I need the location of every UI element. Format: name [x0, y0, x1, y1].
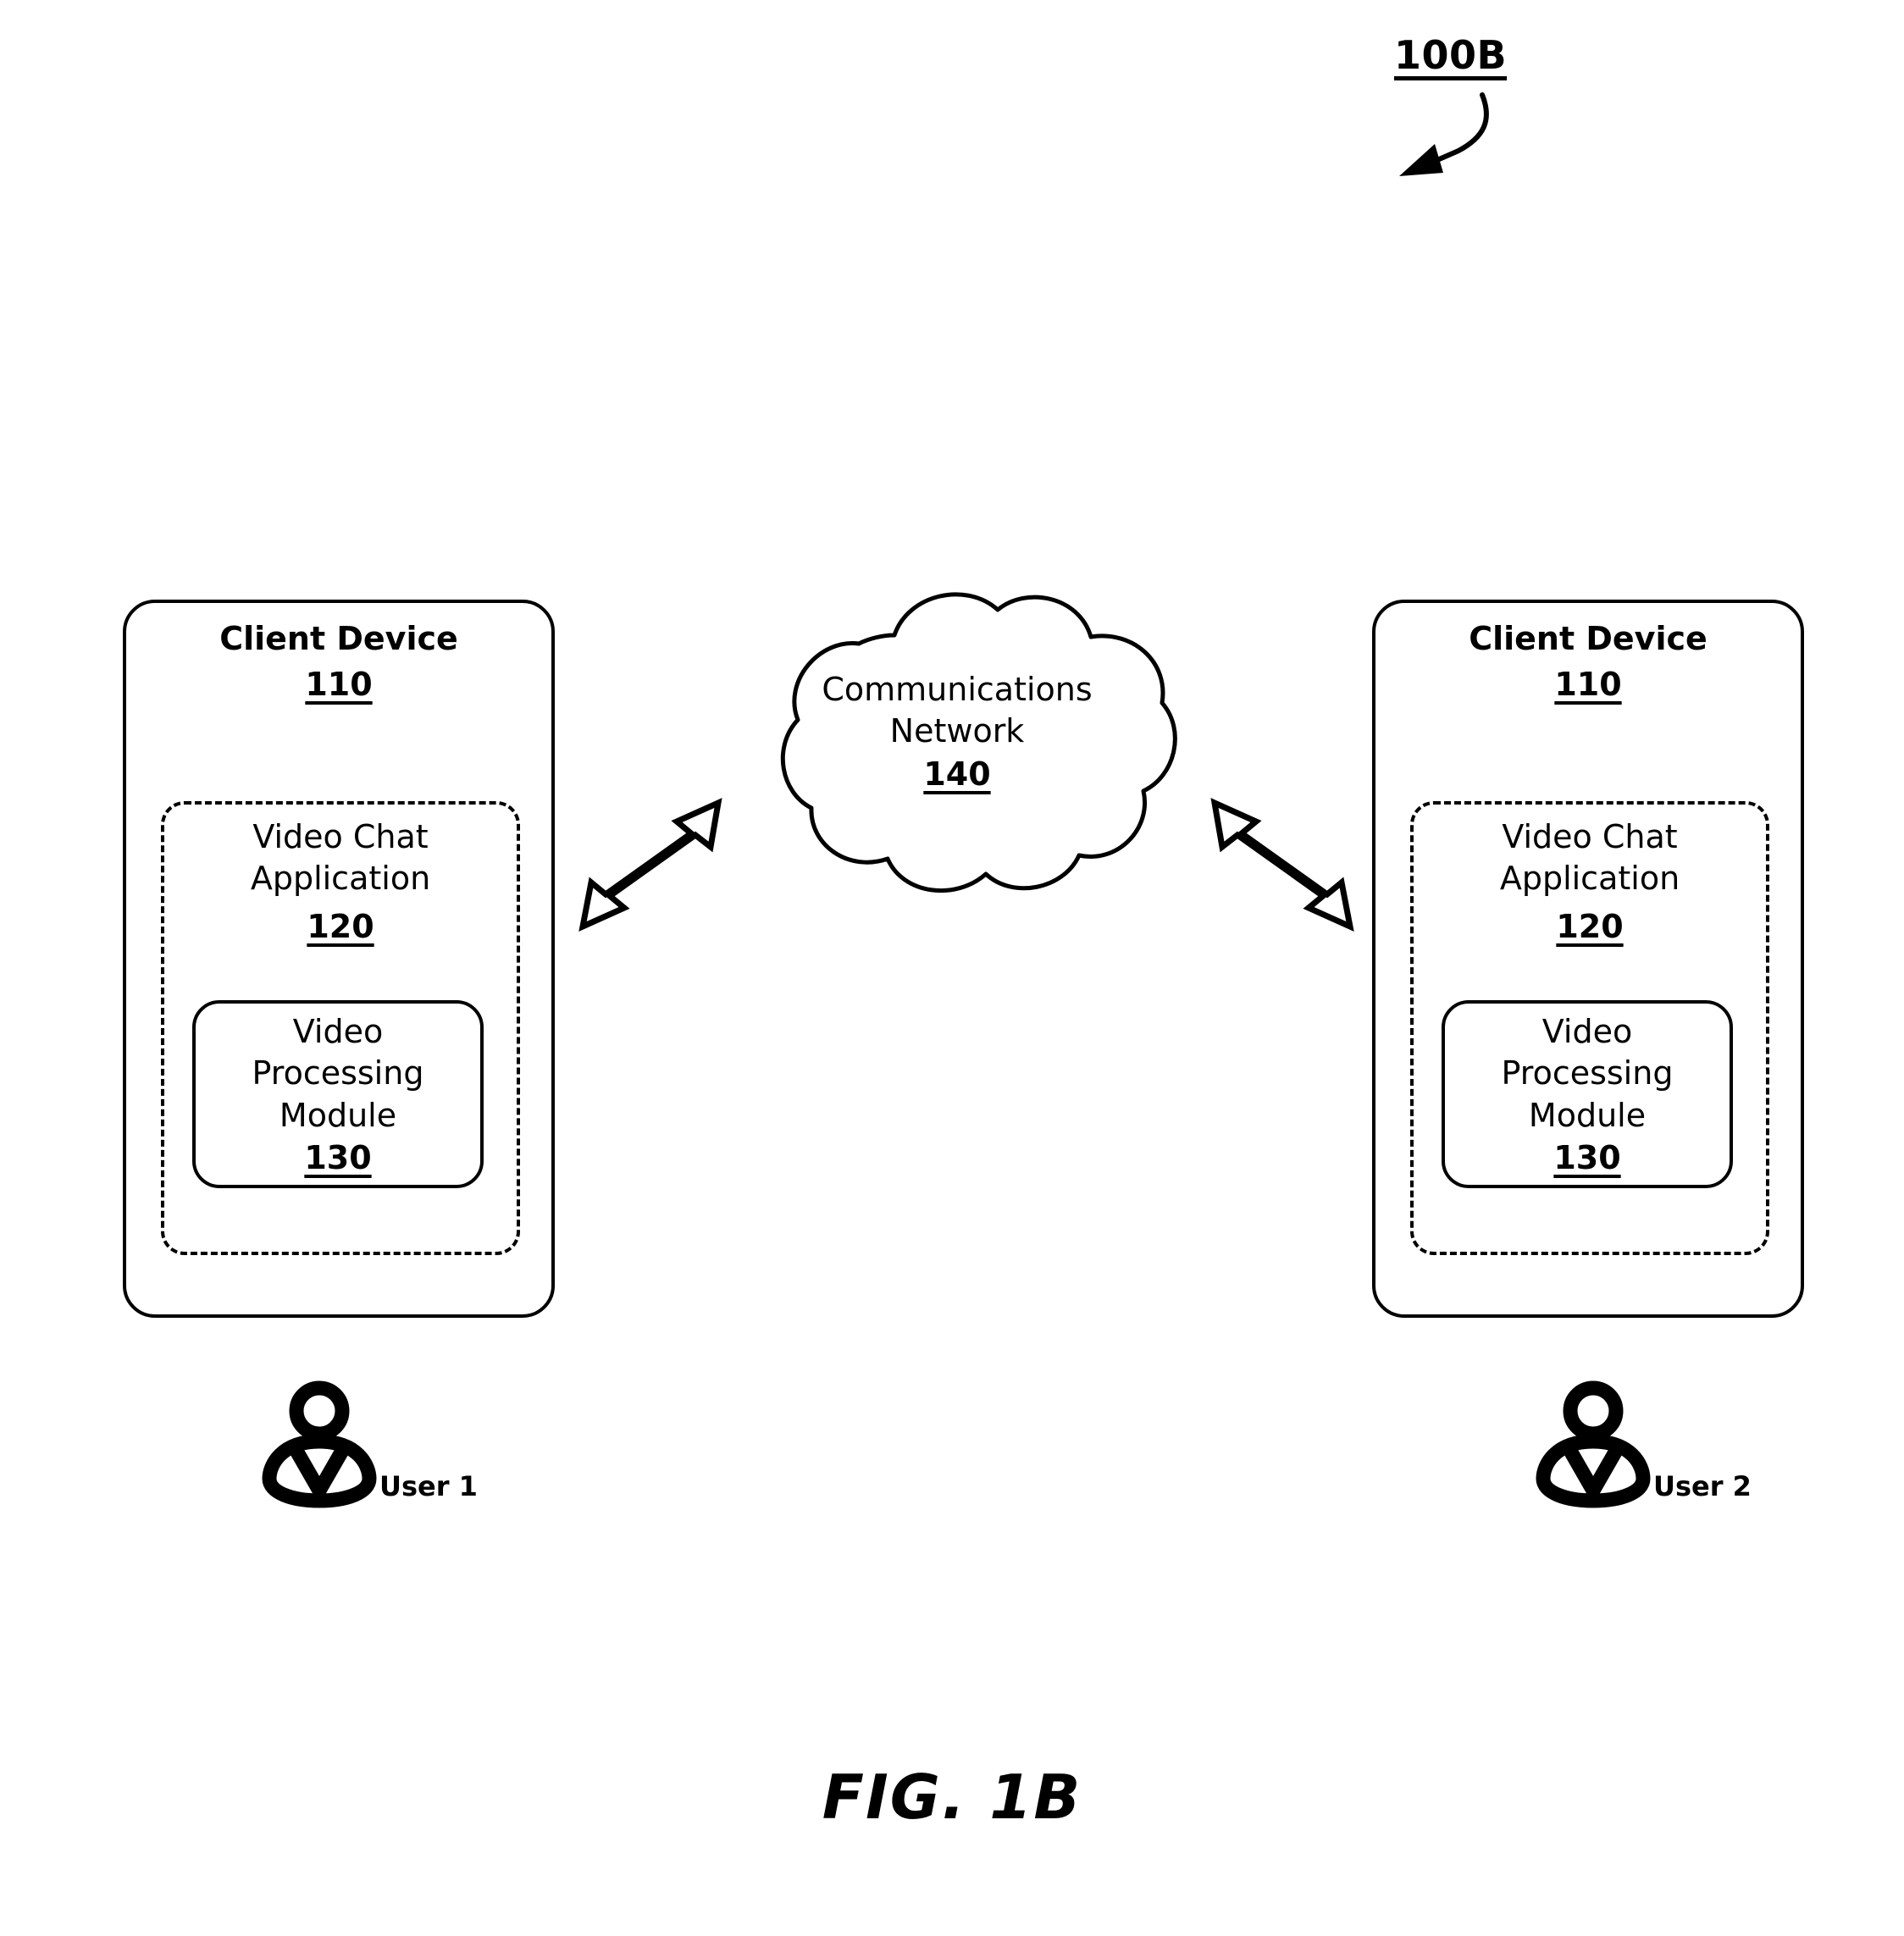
client-device-title-right: Client Device: [1469, 620, 1708, 657]
app-name-line2: Application: [1499, 860, 1680, 898]
module-name-line2: Processing: [252, 1054, 424, 1092]
app-name-line1: Video Chat: [1502, 818, 1678, 855]
figure-callout-arrow: [1399, 92, 1489, 176]
communications-network-label: Communications Network: [771, 669, 1143, 753]
video-processing-module-ref-left: 130: [304, 1139, 372, 1176]
user-person-icon-right: [1536, 1380, 1651, 1508]
module-name-line3: Module: [1528, 1096, 1647, 1134]
app-name-line2: Application: [250, 860, 431, 898]
video-processing-module-label-left: Video Processing Module: [192, 1011, 484, 1137]
network-name-line1: Communications: [822, 671, 1093, 708]
bidirectional-arrow-left: [578, 798, 722, 932]
video-chat-application-ref-left: 120: [307, 908, 374, 945]
module-name-line1: Video: [1541, 1013, 1633, 1050]
client-device-ref-right: 110: [1554, 666, 1622, 703]
user-label-right: User 2: [1653, 1470, 1752, 1502]
client-device-title-left: Client Device: [219, 620, 458, 657]
bidirectional-arrow-right: [1210, 798, 1354, 932]
figure-caption: FIG. 1B: [822, 1762, 1082, 1833]
module-name-line2: Processing: [1501, 1054, 1674, 1092]
video-chat-application-label-right: Video Chat Application: [1410, 816, 1769, 900]
figure-canvas: 100B Client Device 110 Video Chat Applic…: [0, 0, 1904, 1936]
client-device-ref-left: 110: [305, 666, 373, 703]
user-label-left: User 1: [379, 1470, 478, 1502]
module-name-line3: Module: [279, 1096, 397, 1134]
figure-callout-label: 100B: [1394, 32, 1508, 78]
video-chat-application-ref-right: 120: [1556, 908, 1624, 945]
network-name-line2: Network: [889, 712, 1025, 750]
video-processing-module-ref-right: 130: [1553, 1139, 1621, 1176]
communications-network-ref: 140: [923, 755, 991, 793]
video-processing-module-label-right: Video Processing Module: [1442, 1011, 1733, 1137]
video-chat-application-label-left: Video Chat Application: [161, 816, 520, 900]
app-name-line1: Video Chat: [252, 818, 429, 855]
module-name-line1: Video: [292, 1013, 384, 1050]
user-person-icon-left: [262, 1380, 377, 1508]
